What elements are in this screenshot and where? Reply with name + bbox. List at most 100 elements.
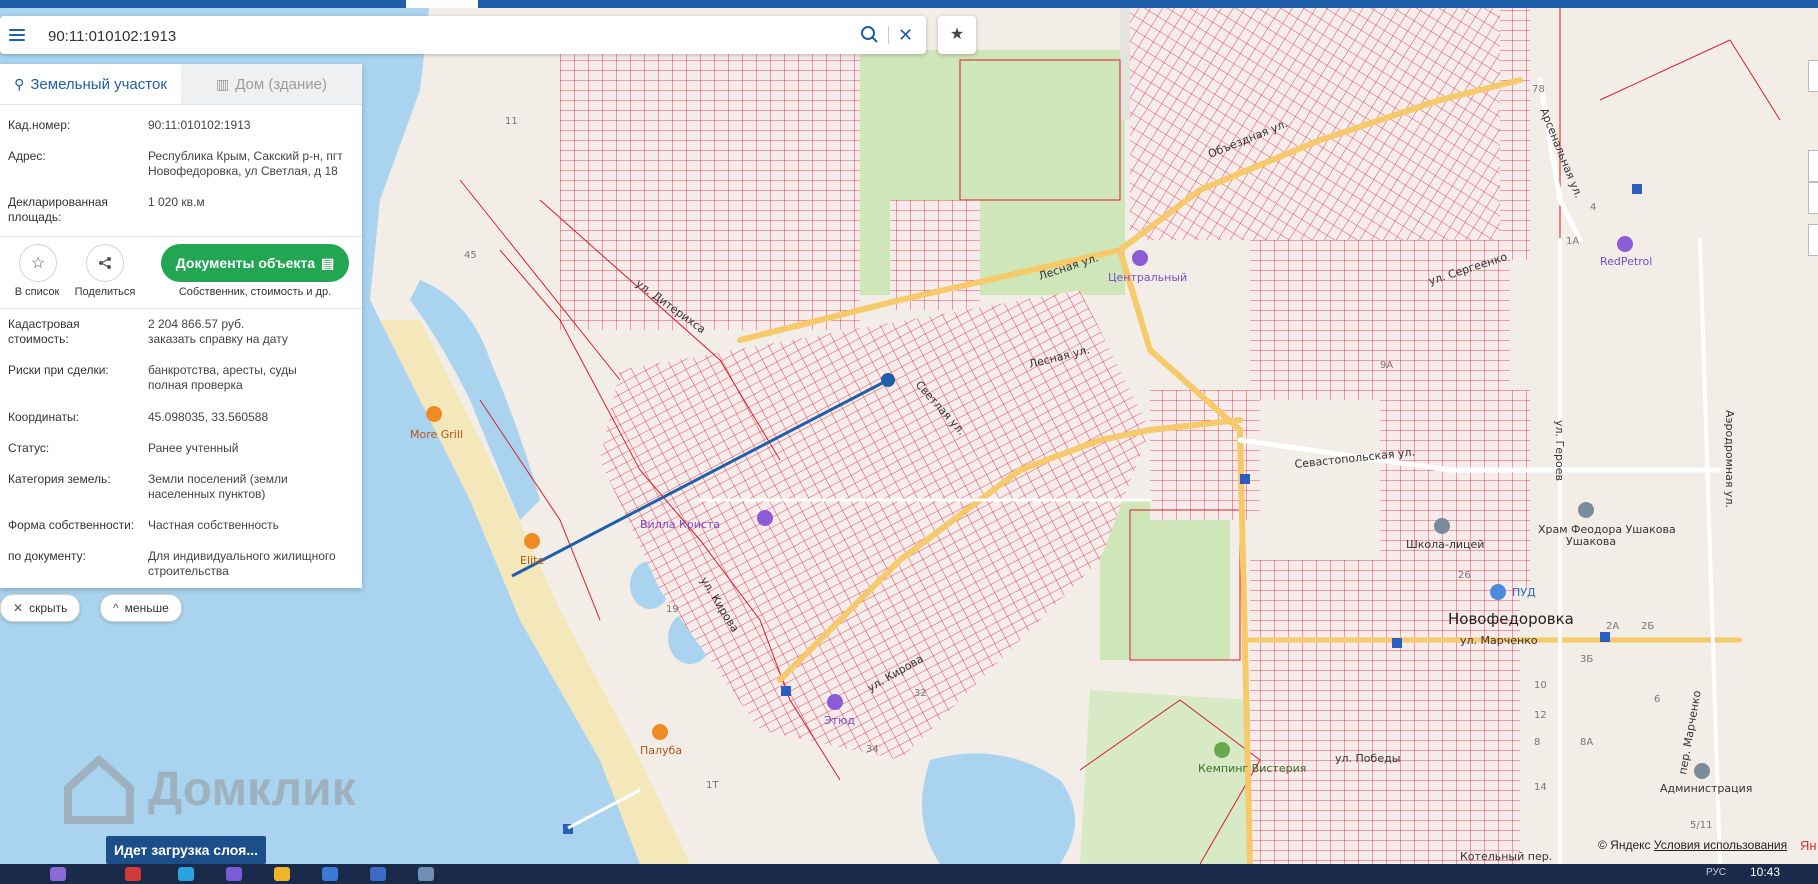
parcel-info-panel: ⚲ Земельный участок ▥ Дом (здание) Кад.н…	[0, 64, 362, 588]
house-logo-icon	[64, 754, 134, 824]
map-control[interactable]	[1808, 60, 1818, 92]
parcel-zone	[1130, 0, 1520, 240]
svg-text:Палуба: Палуба	[640, 744, 682, 757]
svg-text:More Grill: More Grill	[410, 428, 463, 441]
svg-text:Центральный: Центральный	[1108, 271, 1187, 284]
terms-link[interactable]: Условия использования	[1654, 838, 1787, 852]
poi-pud[interactable]: ПУД	[1490, 584, 1536, 600]
add-to-list-button[interactable]: ☆	[19, 244, 57, 282]
app-icon[interactable]	[50, 867, 66, 881]
map-control[interactable]	[1808, 150, 1818, 182]
language-indicator[interactable]: РУС	[1706, 867, 1726, 878]
search-icon[interactable]	[860, 25, 880, 45]
tab-building[interactable]: ▥ Дом (здание)	[181, 64, 362, 104]
selected-parcel-marker[interactable]	[881, 373, 895, 387]
svg-text:26: 26	[1458, 570, 1471, 581]
share-button[interactable]	[86, 244, 124, 282]
tab-label: Земельный участок	[30, 75, 167, 93]
town-label: Новофедоровка	[1448, 610, 1574, 628]
full-check-link[interactable]: полная проверка	[148, 378, 353, 393]
park	[1080, 690, 1250, 864]
hide-button[interactable]: ✕ скрыть	[0, 594, 81, 622]
coords-value: 45.098035, 33.560588	[148, 410, 269, 424]
svg-text:32: 32	[914, 688, 927, 699]
separator	[888, 26, 889, 44]
svg-text:RedPetrol: RedPetrol	[1600, 255, 1652, 268]
browser-icon[interactable]	[125, 867, 141, 881]
area-label: Декларированная площадь:	[8, 195, 108, 224]
loading-indicator: Идет загрузка слоя...	[106, 836, 266, 864]
street-label: ул. Героев	[1553, 420, 1566, 481]
svg-text:5/11: 5/11	[1690, 820, 1712, 831]
parcel-zone	[560, 40, 860, 330]
clock[interactable]: 10:43	[1750, 865, 1780, 879]
documents-subtitle: Собственник, стоимость и др.	[178, 286, 332, 298]
svg-text:45: 45	[464, 250, 477, 261]
star-icon[interactable]: ★	[938, 16, 976, 54]
divider	[0, 236, 362, 237]
svg-text:Ушакова: Ушакова	[1566, 535, 1616, 548]
folder-icon[interactable]	[274, 867, 290, 881]
ownership-value: Частная собственность	[148, 518, 279, 532]
viber-icon[interactable]	[226, 867, 242, 881]
app-icon[interactable]	[418, 867, 434, 881]
yandex-logo: Ян	[1800, 838, 1817, 853]
chevron-up-icon: ^	[113, 601, 119, 615]
map-copyright: © Яндекс Условия использования	[1598, 838, 1787, 852]
map-control[interactable]	[1808, 224, 1818, 256]
documents-label: Документы объекта	[175, 255, 316, 271]
search-input[interactable]	[38, 16, 850, 56]
cadastral-label: Кад.номер:	[8, 118, 71, 132]
tab-bar: ⚲ Земельный участок ▥ Дом (здание)	[0, 64, 362, 105]
top-strip	[0, 0, 1818, 8]
cost-label: Кадастровая стоимость:	[8, 317, 80, 346]
copyright-text: © Яндекс	[1598, 838, 1651, 852]
bus-stop-icon[interactable]	[1240, 474, 1250, 484]
svg-text:Этюд: Этюд	[824, 714, 855, 727]
less-button[interactable]: ^ меньше	[100, 594, 182, 622]
street-label: ул. Победы	[1335, 752, 1400, 765]
area-value: 1 020 кв.м	[148, 195, 205, 209]
map-control[interactable]	[1808, 182, 1818, 214]
svg-text:Администрация: Администрация	[1660, 782, 1752, 795]
parcel-zone	[1250, 560, 1520, 864]
document-value: Для индивидуального жилищного строительс…	[148, 549, 336, 578]
svg-text:8: 8	[1534, 737, 1540, 748]
cost-value: 2 204 866.57 руб.	[148, 317, 245, 331]
map-pin-icon: ⚲	[14, 75, 25, 92]
svg-text:1А: 1А	[1566, 236, 1579, 247]
ownership-label: Форма собственности:	[8, 518, 135, 532]
bus-stop-icon[interactable]	[781, 686, 791, 696]
status-label: Статус:	[8, 441, 50, 455]
status-value: Ранее учтенный	[148, 441, 239, 455]
svg-text:3Б: 3Б	[1580, 654, 1593, 665]
order-certificate-link[interactable]: заказать справку на дату	[148, 332, 353, 347]
svg-text:4: 4	[1590, 202, 1596, 213]
app-icon[interactable]	[322, 867, 338, 881]
svg-text:Elite: Elite	[520, 554, 544, 567]
document-label: по документу:	[8, 549, 86, 563]
app-icon[interactable]	[370, 867, 386, 881]
telegram-icon[interactable]	[178, 867, 194, 881]
close-icon[interactable]: ✕	[898, 25, 913, 45]
bus-stop-icon[interactable]	[1600, 632, 1610, 642]
address-label: Адрес:	[8, 149, 46, 163]
svg-text:2Б: 2Б	[1641, 621, 1654, 632]
street-label: Аэродромная ул.	[1723, 410, 1736, 508]
menu-icon[interactable]	[9, 26, 25, 44]
risks-value: банкротства, аресты, суды	[148, 363, 297, 377]
svg-text:78: 78	[1532, 84, 1545, 95]
svg-text:6: 6	[1654, 694, 1660, 705]
share-icon	[99, 257, 111, 269]
bus-stop-icon[interactable]	[1632, 184, 1642, 194]
svg-text:19: 19	[666, 604, 679, 615]
documents-button[interactable]: Документы объекта ▤	[161, 244, 349, 282]
bus-stop-icon[interactable]	[1392, 638, 1402, 648]
svg-text:ПУД: ПУД	[1512, 586, 1536, 599]
cadastral-value[interactable]: 90:11:010102:1913	[148, 118, 353, 133]
tab-land-plot[interactable]: ⚲ Земельный участок	[0, 64, 181, 104]
svg-text:34: 34	[866, 744, 879, 755]
hide-label: скрыть	[29, 601, 68, 615]
park	[1100, 500, 1230, 660]
svg-text:Школа-лицей: Школа-лицей	[1406, 538, 1484, 551]
